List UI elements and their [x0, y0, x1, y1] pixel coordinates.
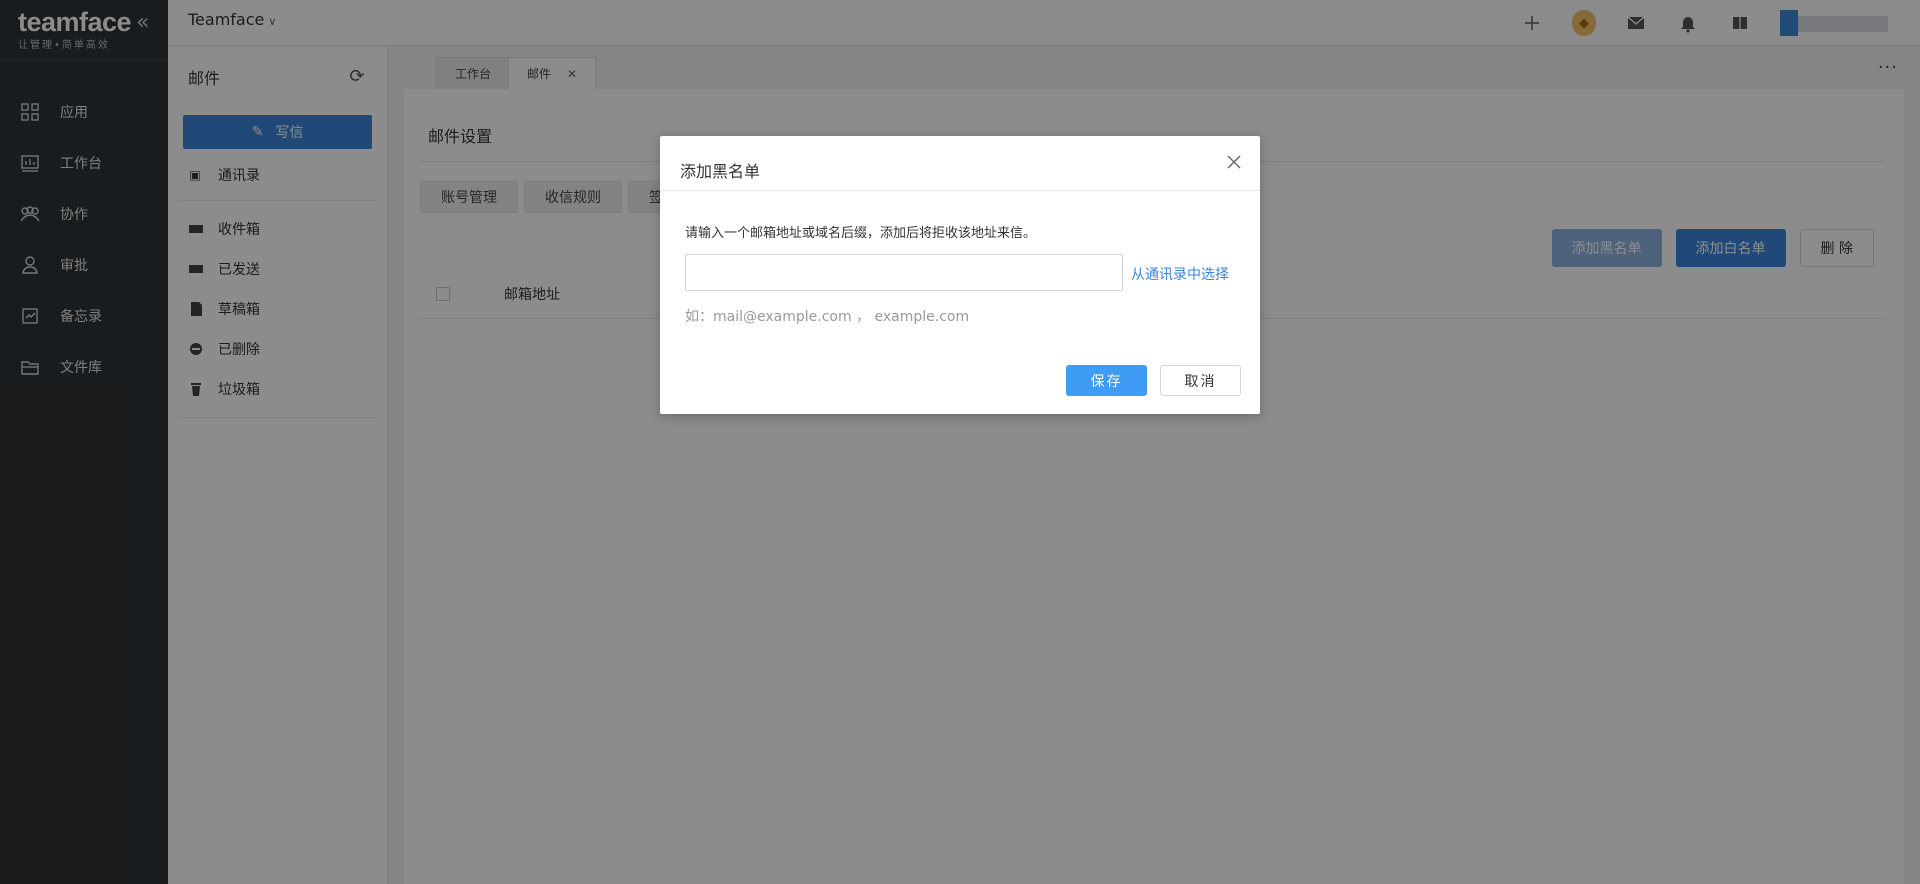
close-icon[interactable]: [1226, 154, 1242, 170]
dialog-title: 添加黑名单: [680, 162, 761, 181]
dialog-header: 添加黑名单: [660, 136, 1260, 191]
input-hint: 如：mail@example.com ， example.com: [685, 309, 970, 325]
save-button[interactable]: 保存: [1066, 365, 1147, 396]
cancel-button[interactable]: 取消: [1160, 365, 1241, 396]
add-blacklist-dialog: 添加黑名单 请输入一个邮箱地址或域名后缀，添加后将拒收该地址来信。 从通讯录中选…: [660, 136, 1260, 414]
modal-overlay[interactable]: [0, 0, 1920, 884]
select-from-contacts-link[interactable]: 从通讯录中选择: [1131, 264, 1229, 284]
dialog-description: 请输入一个邮箱地址或域名后缀，添加后将拒收该地址来信。: [685, 226, 1037, 241]
email-domain-input[interactable]: [685, 254, 1123, 291]
